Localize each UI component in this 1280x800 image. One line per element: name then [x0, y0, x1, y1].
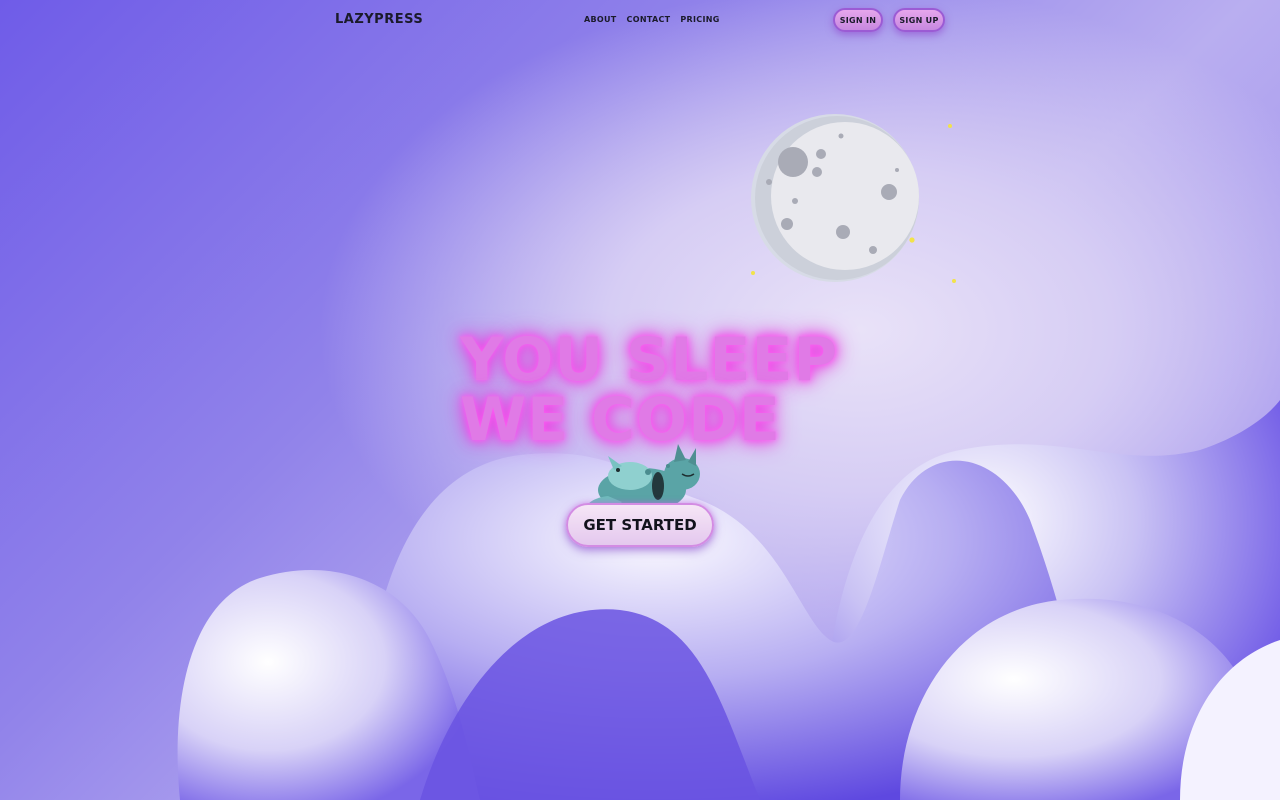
nav-link-about[interactable]: ABOUT: [584, 15, 617, 24]
sign-up-button[interactable]: SIGN UP: [893, 8, 945, 32]
nav-link-contact[interactable]: CONTACT: [627, 15, 671, 24]
headline-line-1: YOU SLEEP: [460, 325, 839, 395]
logo[interactable]: LAZYPRESS: [335, 12, 423, 27]
moon-icon: [751, 114, 956, 283]
nav-links: ABOUT CONTACT PRICING: [584, 15, 720, 24]
nav-link-pricing[interactable]: PRICING: [680, 15, 719, 24]
sign-in-button[interactable]: SIGN IN: [833, 8, 883, 32]
hero-headline: YOU SLEEP WE CODE: [460, 330, 838, 450]
get-started-button[interactable]: GET STARTED: [566, 503, 714, 547]
top-navigation: LAZYPRESS ABOUT CONTACT PRICING SIGN IN …: [0, 0, 1280, 40]
